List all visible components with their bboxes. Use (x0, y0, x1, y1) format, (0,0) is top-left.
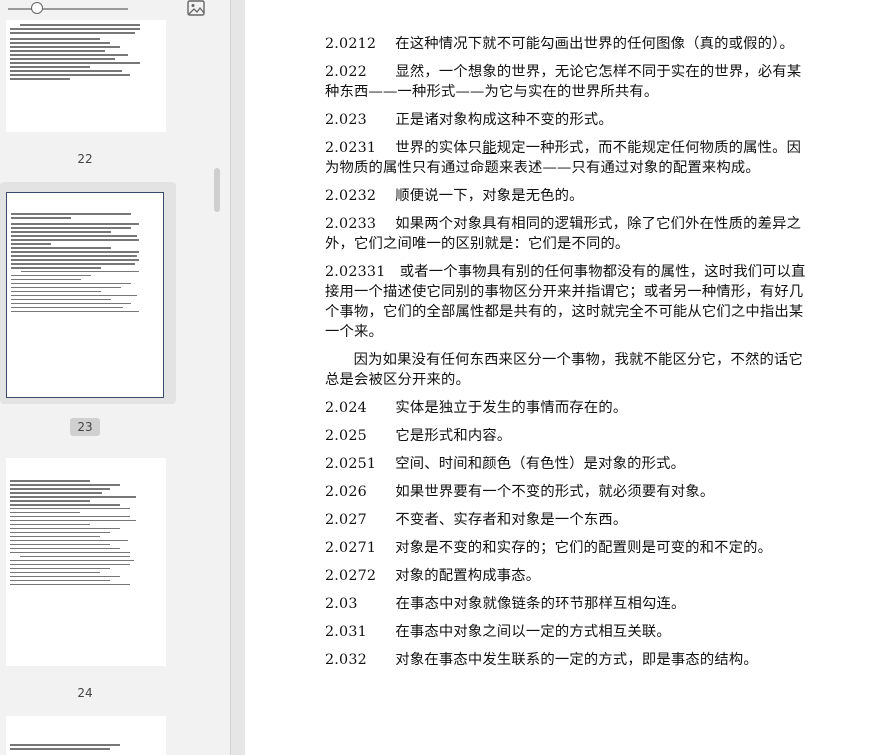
proposition-number: 2.0231 (325, 140, 377, 156)
proposition-number: 2.0233 (325, 216, 377, 232)
paragraph-text: 它是形式和内容。 (395, 428, 512, 444)
paragraph-2-0231: 2.0231 世界的实体只能规定一种形式，而不能规定任何物质的属性。因为物质的属… (325, 138, 815, 178)
zoom-slider[interactable] (8, 8, 128, 10)
paragraph-2-025: 2.025 它是形式和内容。 (325, 426, 815, 446)
proposition-number: 2.031 (325, 624, 367, 640)
paragraph-2-027: 2.027 不变者、实存者和对象是一个东西。 (325, 510, 815, 530)
paragraph-2-031: 2.031 在事态中对象之间以一定的方式相互关联。 (325, 622, 815, 642)
proposition-number: 2.027 (325, 512, 367, 528)
document-page: 2.0212 在这种情况下就不可能勾画出世界的任何图像（真的或假的）。 2.02… (245, 0, 869, 755)
paragraph-2-0233: 2.0233 如果两个对象具有相同的逻辑形式，除了它们外在性质的差异之外，它们之… (325, 214, 815, 254)
proposition-number: 2.0251 (325, 456, 377, 472)
paragraph-2-0251: 2.0251 空间、时间和颜色（有色性）是对象的形式。 (325, 454, 815, 474)
paragraph-text: 空间、时间和颜色（有色性）是对象的形式。 (395, 456, 686, 472)
thumbnail-page-25[interactable] (6, 716, 166, 755)
thumbnail-page-22[interactable] (6, 20, 166, 132)
proposition-number: 2.0212 (325, 36, 377, 52)
sidebar-scrollbar[interactable] (214, 168, 220, 212)
proposition-number: 2.0232 (325, 188, 377, 204)
paragraph-text: 世界的实体只 (395, 140, 483, 156)
sidebar-toolbar (0, 0, 230, 20)
paragraph-continuation: 因为如果没有任何东西来区分一个事物，我就不能区分它，不然的话它总是会被区分开来的… (325, 350, 815, 390)
paragraph-2-024: 2.024 实体是独立于发生的事情而存在的。 (325, 398, 815, 418)
thumbnail-card-25[interactable] (0, 716, 176, 755)
paragraph-text: 显然，一个想象的世界，无论它怎样不同于实在的世界，必有某种东西——一种形式——为… (325, 64, 802, 100)
paragraph-text: 在事态中对象就像链条的环节那样互相勾连。 (395, 596, 686, 612)
thumbnail-page-number-active: 23 (70, 418, 100, 436)
paragraph-2-03: 2.03 在事态中对象就像链条的环节那样互相勾连。 (325, 594, 815, 614)
proposition-number: 2.022 (325, 64, 367, 80)
paragraph-text: 实体是独立于发生的事情而存在的。 (395, 400, 628, 416)
paragraph-2-02331: 2.02331 或者一个事物具有别的任何事物都没有的属性，这时我们可以直接用一个… (325, 262, 815, 342)
proposition-number: 2.03 (325, 596, 358, 612)
paragraph-text: 顺便说一下，对象是无色的。 (395, 188, 584, 204)
thumbnail-page-number: 22 (77, 152, 93, 166)
paragraph-2-0272: 2.0272 对象的配置构成事态。 (325, 566, 815, 586)
proposition-number: 2.025 (325, 428, 367, 444)
proposition-number: 2.02331 (325, 264, 386, 280)
image-icon[interactable] (187, 0, 205, 16)
paragraph-text: 对象的配置构成事态。 (395, 568, 541, 584)
thumbnail-sidebar: 22 23 24 (0, 0, 231, 755)
thumbnail-page-24[interactable] (6, 458, 166, 666)
paragraph-2-0212: 2.0212 在这种情况下就不可能勾画出世界的任何图像（真的或假的）。 (325, 34, 815, 54)
proposition-number: 2.023 (325, 112, 367, 128)
paragraph-2-026: 2.026 如果世界要有一个不变的形式，就必须要有对象。 (325, 482, 815, 502)
paragraph-2-022: 2.022 显然，一个想象的世界，无论它怎样不同于实在的世界，必有某种东西——一… (325, 62, 815, 102)
paragraph-text: 在这种情况下就不可能勾画出世界的任何图像（真的或假的）。 (395, 36, 794, 52)
proposition-number: 2.032 (325, 652, 367, 668)
proposition-number: 2.024 (325, 400, 367, 416)
paragraph-2-0271: 2.0271 对象是不变的和实存的；它们的配置则是可变的和不定的。 (325, 538, 815, 558)
underlined-text: 能 (482, 140, 497, 156)
paragraph-2-023: 2.023 正是诸对象构成这种不变的形式。 (325, 110, 815, 130)
paragraph-2-032: 2.032 对象在事态中发生联系的一定的方式，即是事态的结构。 (325, 650, 815, 670)
thumbnail-card-24[interactable] (0, 450, 176, 675)
paragraph-text: 如果两个对象具有相同的逻辑形式，除了它们外在性质的差异之外，它们之间唯一的区别就… (325, 216, 802, 252)
thumbnail-card-22[interactable] (0, 20, 176, 140)
proposition-number: 2.026 (325, 484, 367, 500)
paragraph-text: 如果世界要有一个不变的形式，就必须要有对象。 (395, 484, 715, 500)
paragraph-text: 在事态中对象之间以一定的方式相互关联。 (395, 624, 671, 640)
paragraph-text: 因为如果没有任何东西来区分一个事物，我就不能区分它，不然的话它总是会被区分开来的… (325, 352, 803, 388)
thumbnail-card-23[interactable] (0, 182, 176, 404)
thumbnail-page-number: 24 (77, 686, 93, 700)
paragraph-text: 不变者、实存者和对象是一个东西。 (395, 512, 628, 528)
paragraph-text: 正是诸对象构成这种不变的形式。 (395, 112, 613, 128)
thumbnail-page-23[interactable] (6, 192, 164, 398)
page-content: 2.0212 在这种情况下就不可能勾画出世界的任何图像（真的或假的）。 2.02… (325, 34, 815, 678)
paragraph-2-0232: 2.0232 顺便说一下，对象是无色的。 (325, 186, 815, 206)
paragraph-text: 对象是不变的和实存的；它们的配置则是可变的和不定的。 (395, 540, 773, 556)
proposition-number: 2.0271 (325, 540, 377, 556)
paragraph-text: 对象在事态中发生联系的一定的方式，即是事态的结构。 (395, 652, 758, 668)
paragraph-text: 或者一个事物具有别的任何事物都没有的属性，这时我们可以直接用一个描述使它同别的事… (325, 264, 806, 340)
proposition-number: 2.0272 (325, 568, 377, 584)
zoom-slider-thumb[interactable] (31, 2, 43, 14)
